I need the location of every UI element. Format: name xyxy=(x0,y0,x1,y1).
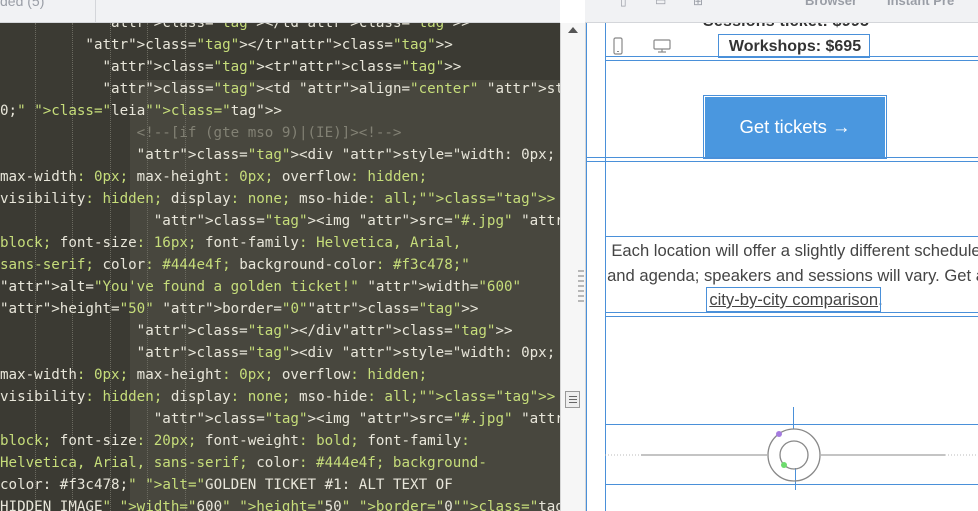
code-line[interactable]: "attr">class="tag"></div"attr">class="ta… xyxy=(0,320,513,342)
code-line[interactable]: "attr">class="tag"><div "attr">style="wi… xyxy=(0,342,560,364)
workshops-price: Workshops: $695 xyxy=(728,38,862,55)
code-line[interactable]: visibility: hidden; display: none; mso-h… xyxy=(0,188,555,210)
instant-preview-tab[interactable]: Instant Pre xyxy=(887,0,954,8)
paragraph-text: Each location will offer a slightly diff… xyxy=(607,241,978,285)
code-editor[interactable]: "attr">class="tag"></td"attr">class="tag… xyxy=(0,23,560,511)
mobile-device-icon[interactable] xyxy=(613,37,623,55)
sessions-ticket-price: Sessions ticket: $995 xyxy=(703,23,869,31)
workshops-price-box: Workshops: $695 xyxy=(718,34,870,58)
code-line[interactable]: "attr">class="tag"><img "attr">src="#.jp… xyxy=(0,210,560,232)
preview-guide-line xyxy=(605,60,978,61)
get-tickets-button[interactable]: Get tickets → xyxy=(705,97,885,157)
scroll-up-arrow-icon[interactable] xyxy=(568,27,578,33)
scrollbar-thumb[interactable] xyxy=(565,391,580,408)
code-line[interactable]: max-width: 0px; max-height: 0px; overflo… xyxy=(0,166,427,188)
email-preview: Sessions ticket: $995 Workshops: $695 Ge… xyxy=(586,23,978,511)
code-line[interactable]: block; font-size: 16px; font-family: Hel… xyxy=(0,232,461,254)
editor-scrollbar[interactable] xyxy=(560,23,586,511)
pane-splitter-grip[interactable] xyxy=(578,270,585,304)
code-line[interactable]: "attr">alt="You've found a golden ticket… xyxy=(0,276,521,298)
phone-icon[interactable]: ▯ xyxy=(620,0,627,8)
preview-guide-line xyxy=(586,23,587,511)
desktop-icon[interactable]: ▭ xyxy=(655,0,666,8)
code-line[interactable]: "attr">class="tag"></tr"attr">class="tag… xyxy=(0,34,452,56)
editor-tab-label[interactable]: ded (5) xyxy=(0,0,44,9)
code-line[interactable]: color: #f3c478;" ">alt="GOLDEN TICKET #1… xyxy=(0,474,453,496)
code-line[interactable]: "attr">class="tag"><tr"attr">class="tag"… xyxy=(0,56,462,78)
code-line[interactable]: visibility: hidden; display: none; mso-h… xyxy=(0,386,555,408)
editor-tab-bar: ded (5) xyxy=(0,0,560,23)
share-icon[interactable]: ⊞ xyxy=(693,0,703,8)
tab-divider xyxy=(95,0,96,22)
code-line[interactable]: block; font-size: 20px; font-weight: bol… xyxy=(0,430,470,452)
code-line[interactable]: Helvetica, Arial, sans-serif; color: #44… xyxy=(0,452,487,474)
preview-guide-line xyxy=(586,161,978,162)
code-line[interactable]: max-width: 0px; max-height: 0px; overflo… xyxy=(0,364,427,386)
city-comparison-link[interactable]: city-by-city comparison xyxy=(706,287,882,312)
desktop-device-icon[interactable] xyxy=(653,39,671,53)
browser-preview-tab[interactable]: Browser xyxy=(805,0,857,8)
code-line[interactable]: "attr">class="tag"><img "attr">src="#.jp… xyxy=(0,408,560,430)
code-line[interactable]: "attr">class="tag"><td "attr">align="cen… xyxy=(0,78,561,100)
code-line[interactable]: "attr">height="50" "attr">border="0""att… xyxy=(0,298,478,320)
preview-toolbar: ▯ ▭ ⊞ Browser Instant Pre xyxy=(585,0,978,23)
code-line[interactable]: "attr">class="tag"><div "attr">style="wi… xyxy=(0,144,560,166)
location-paragraph: Each location will offer a slightly diff… xyxy=(606,239,978,313)
spinner-divider-graphic xyxy=(605,428,978,482)
code-line[interactable]: sans-serif; color: #444e4f; background-c… xyxy=(0,254,470,276)
code-line[interactable]: HIDDEN IMAGE" ">width="600" ">height="50… xyxy=(0,496,560,511)
code-line[interactable]: 0;" ">class="leia"">class="tag">> xyxy=(0,100,282,122)
paragraph-period: . xyxy=(878,290,883,309)
code-line[interactable]: <!--[if (gte mso 9)|(IE)]><!--> xyxy=(0,122,402,144)
code-line[interactable]: "attr">class="tag"></td"attr">class="tag… xyxy=(0,23,470,34)
preview-guide-line xyxy=(605,316,978,317)
